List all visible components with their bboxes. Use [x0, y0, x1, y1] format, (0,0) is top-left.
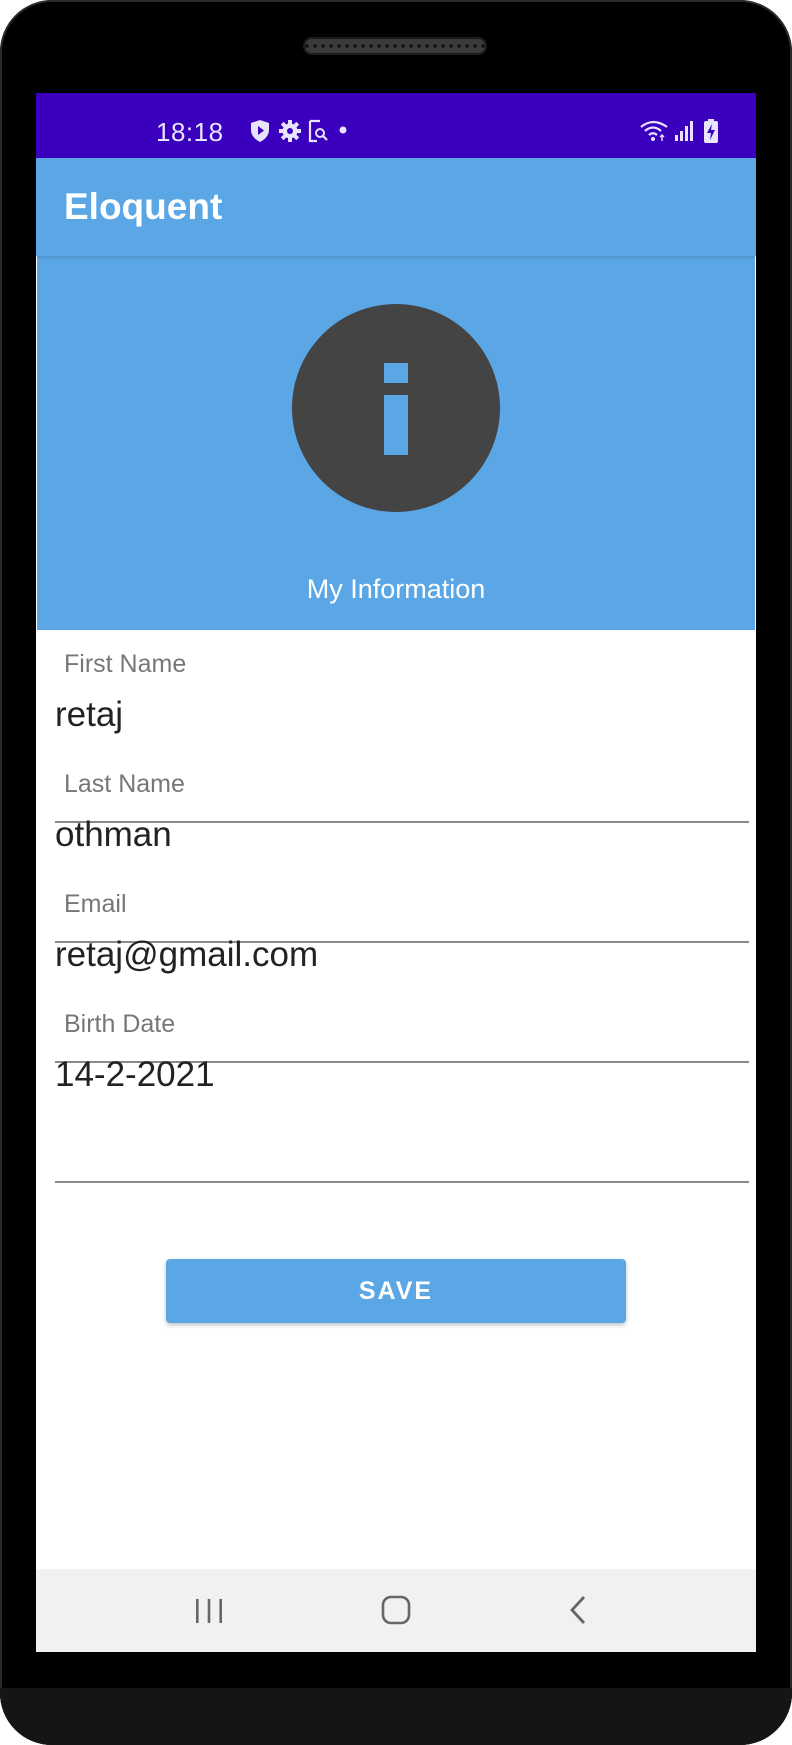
gear-icon [279, 120, 301, 142]
save-button[interactable]: SAVE [166, 1259, 626, 1323]
profile-header: My Information [37, 256, 755, 630]
shield-play-icon [251, 120, 269, 142]
earpiece-speaker [303, 37, 487, 55]
app-bar: Eloquent [36, 158, 756, 256]
screenshot-icon [308, 119, 328, 143]
status-time: 18:18 [156, 117, 224, 147]
birth-date-field[interactable] [55, 1053, 745, 1097]
last-name-field[interactable] [55, 813, 745, 857]
wifi-icon [640, 120, 668, 141]
battery-charging-icon [704, 119, 718, 143]
app-title: Eloquent [64, 186, 223, 227]
dot-icon [339, 126, 347, 134]
recents-icon[interactable] [193, 1587, 225, 1633]
phone-bottom-bezel [0, 1688, 792, 1745]
navigation-bar [36, 1569, 756, 1652]
last-name-label: Last Name [64, 770, 185, 798]
signal-icon [675, 121, 693, 141]
home-icon[interactable] [377, 1587, 415, 1633]
phone-screen: 18:18 Eloquent My Information First Name… [36, 93, 756, 1652]
back-icon[interactable] [564, 1587, 594, 1633]
first-name-label: First Name [64, 650, 187, 678]
birth-date-underline [55, 1181, 749, 1183]
header-label: My Information [306, 574, 486, 604]
birth-date-label: Birth Date [64, 1010, 176, 1038]
info-icon [292, 304, 500, 512]
phone-frame: 18:18 Eloquent My Information First Name… [0, 0, 792, 1745]
first-name-field[interactable] [55, 693, 745, 737]
email-label: Email [64, 890, 127, 918]
status-bar: 18:18 [36, 93, 756, 158]
email-field[interactable] [55, 933, 745, 977]
